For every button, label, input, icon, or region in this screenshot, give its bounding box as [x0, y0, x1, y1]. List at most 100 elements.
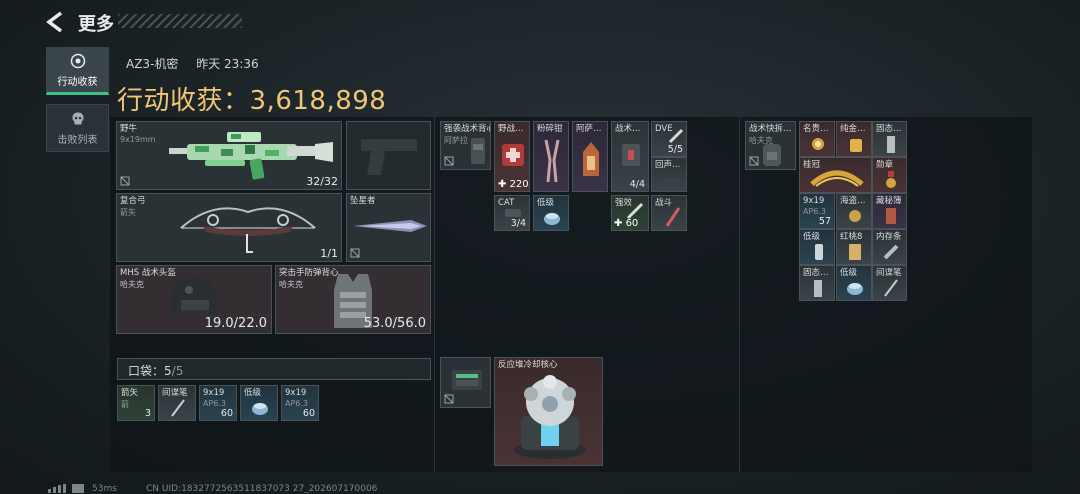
item-sub: AP6.3 [203, 399, 227, 408]
backpack-item-9x19[interactable]: 9x19 AP6.3 57 [799, 193, 835, 229]
ssd-icon [887, 136, 895, 153]
star-blade-icon [353, 220, 427, 232]
item-name: 9x19 [803, 196, 825, 206]
item-count: 57 [818, 216, 831, 227]
panel-divider [434, 117, 435, 472]
item-name: 低级 [840, 268, 858, 278]
primary-weapon-slot[interactable]: 野牛 9x19mm 32/32 [116, 121, 342, 190]
pocket-item-low-tier[interactable]: 低级 [240, 385, 278, 421]
bow-slot[interactable]: 复合弓 箭矢 1/1 [116, 193, 342, 262]
item-count-value: 220 [509, 179, 529, 190]
skull-icon [72, 112, 83, 124]
rig-item-potent[interactable]: 强效 ✚ 60 [611, 195, 649, 231]
backpack-item-medal[interactable]: 勋章 [872, 157, 907, 193]
pistol-slot[interactable] [346, 121, 431, 190]
rig-item-cat[interactable]: CAT 3/4 [494, 195, 530, 231]
backpack-item-low-tier[interactable]: 低级 [799, 229, 835, 265]
item-name: 野战… [498, 124, 524, 134]
backpack-item-spy-pen[interactable]: 间谍笔 [872, 265, 907, 301]
pocket-item-spy-pen[interactable]: 间谍笔 [158, 385, 196, 421]
item-name: 粉碎钳 [537, 124, 563, 134]
item-name: 勋章 [876, 160, 894, 170]
pocket-label: 口袋： [128, 364, 165, 378]
tab-loot[interactable]: 行动收获 [46, 47, 109, 95]
item-name: 红桃8 [840, 232, 863, 242]
pliers-icon [544, 139, 560, 183]
watch-icon [812, 138, 824, 150]
backpack-item-laurel[interactable]: 桂冠 [799, 157, 872, 193]
safe-box-slot[interactable] [440, 357, 491, 408]
backpack-item-ssd[interactable]: 固态… [799, 265, 835, 301]
item-name: 固态… [876, 124, 902, 134]
medkit-icon [502, 144, 524, 166]
backpack-item-card[interactable]: 红桃8 [836, 229, 872, 265]
rig-item-low-tier[interactable]: 低级 [533, 195, 569, 231]
rig-item-dve[interactable]: DVE 5/5 [651, 121, 687, 157]
item-name: 纯金… [840, 124, 866, 134]
compound-bow-icon [180, 207, 316, 253]
rig-item-combat[interactable]: 战斗 [651, 195, 687, 231]
reactor-core-icon [514, 375, 586, 459]
locked-icon [444, 156, 454, 166]
item-name: 战术… [615, 124, 641, 134]
item-name: 间谍笔 [162, 388, 188, 398]
card-icon [849, 244, 861, 260]
item-name: 反应堆冷却核心 [498, 360, 558, 370]
helmet-slot[interactable]: MHS 战术头盔 哈夫克 19.0/22.0 [116, 265, 272, 334]
raid-time: 昨天 23:36 [196, 57, 259, 71]
backpack-item-ssd[interactable]: 固态… [872, 121, 907, 157]
ram-stick-icon [883, 244, 899, 260]
rig-slot[interactable]: 强袭战术背心 阿萨拉 [440, 121, 491, 170]
tactical-kit-icon [622, 144, 640, 166]
item-sub: AP6.3 [285, 399, 309, 408]
lantern-icon [583, 142, 599, 176]
backpack-item-memory[interactable]: 内存条 [872, 229, 907, 265]
ping-text: 53ms [92, 484, 117, 494]
vest-slot[interactable]: 突击手防弹背心 哈夫克 53.0/56.0 [275, 265, 431, 334]
item-count: ✚ 220 [498, 179, 529, 190]
pocket-item-9x19[interactable]: 9x19 AP6.3 60 [281, 385, 319, 421]
rig-item-tactical[interactable]: 战术… 4/4 [611, 121, 649, 192]
backpack-icon [763, 144, 781, 166]
item-name: 低级 [244, 388, 262, 398]
weapon-name: 野牛 [120, 124, 138, 134]
bow-ammo-type: 箭矢 [120, 208, 136, 217]
tactical-rig-icon [471, 138, 485, 164]
item-name: 回声… [655, 160, 681, 170]
backpack-item-pirate[interactable]: 海盗… [836, 193, 872, 229]
weapon-caliber: 9x19mm [120, 135, 156, 144]
weapon-ammo: 32/32 [306, 175, 338, 188]
item-count: 3 [144, 408, 151, 419]
target-icon [70, 53, 85, 68]
pocket-count: 5 [164, 364, 172, 378]
melee-slot[interactable]: 坠星者 [346, 193, 431, 262]
pen-icon [171, 399, 185, 417]
rig-item-crusher[interactable]: 粉碎钳 [533, 121, 569, 192]
vial-icon [815, 244, 823, 260]
medal-icon [886, 171, 896, 188]
pocket-label-row: 口袋：5/5 [128, 362, 183, 379]
special-item-reactor-core[interactable]: 反应堆冷却核心 [494, 357, 603, 466]
pocket-item-arrows[interactable]: 箭矢 箭 3 [117, 385, 155, 421]
backpack-item-luxury[interactable]: 名贵… [799, 121, 835, 157]
item-name: 9x19 [285, 388, 307, 398]
item-sub: AP6.3 [803, 207, 827, 216]
rig-item-asara[interactable]: 阿萨… [572, 121, 608, 192]
bow-name: 复合弓 [120, 196, 146, 206]
backpack-item-gold[interactable]: 纯金… [836, 121, 872, 157]
rig-item-field-kit[interactable]: 野战… ✚ 220 [494, 121, 530, 192]
item-name: 海盗… [840, 196, 866, 206]
raid-info: AZ3-机密 昨天 23:36 [126, 55, 259, 72]
backpack-slot[interactable]: 战术快拆… 哈夫克 [745, 121, 796, 170]
loot-label: 行动收获： [117, 86, 250, 116]
backpack-item-low-tier[interactable]: 低级 [836, 265, 872, 301]
tab-defeat-list[interactable]: 击败列表 [46, 104, 109, 152]
item-count: 60 [220, 408, 233, 419]
rig-item-echo[interactable]: 回声… [651, 157, 687, 192]
item-sub: 箭 [121, 400, 129, 409]
backpack-item-secret-book[interactable]: 藏秘簿 [872, 193, 907, 229]
back-arrow-icon[interactable] [44, 10, 68, 34]
pocket-item-9x19[interactable]: 9x19 AP6.3 60 [199, 385, 237, 421]
header-stripes [118, 14, 242, 28]
item-name: 内存条 [876, 232, 902, 242]
